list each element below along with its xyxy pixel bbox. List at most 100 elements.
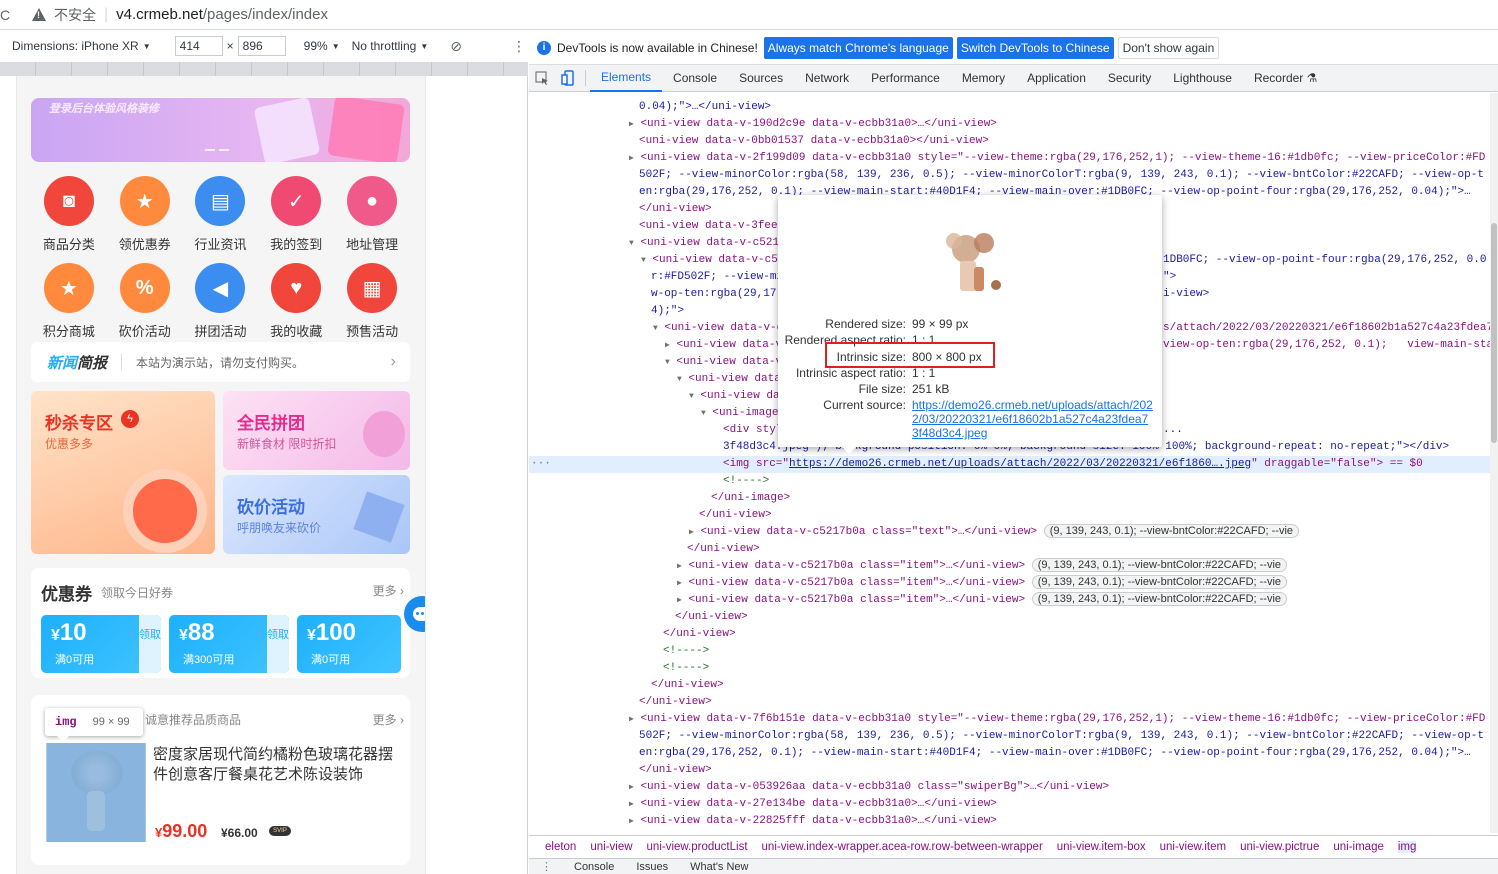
throttling-select[interactable]: No throttling ▼	[352, 39, 429, 53]
dom-line[interactable]: <!---->	[663, 660, 1498, 677]
zoom-select[interactable]: 99% ▼	[304, 39, 340, 53]
breadcrumb-item[interactable]: uni-view	[590, 841, 632, 853]
scrollbar[interactable]	[1490, 93, 1498, 833]
insecure-label[interactable]: 不安全	[54, 5, 96, 25]
match-language-button[interactable]: Always match Chrome's language	[763, 36, 953, 59]
banner-carousel[interactable]: 登录后台体验风格装修	[31, 98, 410, 162]
dropdown-arrow-icon: ▼	[142, 41, 151, 51]
bargain-card[interactable]: 砍价活动 呼朋唤友来砍价	[223, 475, 410, 554]
tab-lighthouse[interactable]: Lighthouse	[1162, 65, 1243, 92]
drawer-tab-issues[interactable]: Issues	[636, 861, 668, 873]
dom-line[interactable]: ▶ <uni-view data-v-2f199d09 data-v-ecbb3…	[629, 150, 1498, 167]
menu-item[interactable]: ◀ 拼团活动	[183, 263, 259, 340]
dom-line[interactable]: </uni-view>	[639, 694, 1498, 711]
rotate-icon[interactable]: ⊘	[450, 38, 462, 55]
dom-line[interactable]: <!---->	[723, 473, 1498, 490]
dom-line[interactable]: 502F; --view-minorColor:rgba(58, 139, 23…	[639, 167, 1498, 184]
dom-line[interactable]: ▶ <uni-view data-v-7f6b151e data-v-ecbb3…	[629, 711, 1498, 728]
breadcrumb-item-active[interactable]: img	[1397, 840, 1417, 853]
menu-item[interactable]: ▦ 预售活动	[334, 263, 410, 340]
width-input[interactable]	[174, 36, 223, 56]
dom-line[interactable]: ▶ <uni-view data-v-190d2c9e data-v-ecbb3…	[629, 116, 1498, 133]
coupon-more-link[interactable]: 更多 ›	[373, 582, 404, 599]
breadcrumb-item[interactable]: eleton	[545, 841, 576, 853]
menu-row: ◙ 商品分类 ★ 领优惠券 ▤ 行业资讯 ✓ 我的签到 ● 地址管理	[31, 176, 410, 253]
drawer-menu-icon[interactable]: ⋮	[541, 860, 552, 873]
dom-line[interactable]: ▶ <uni-view data-v-c5217b0a class="text"…	[689, 524, 1498, 541]
coupon-card[interactable]: ¥100 满0可用	[297, 615, 401, 673]
claim-button[interactable]: 领取	[267, 615, 289, 673]
tab-sources[interactable]: Sources	[728, 65, 794, 92]
menu-label: 拼团活动	[194, 324, 247, 339]
news-bar[interactable]: 新闻 简报 本站为演示站，请勿支付购买。 ›	[31, 342, 410, 382]
dom-line[interactable]: en:rgba(29,176,252, 0.1); --view-main-st…	[639, 745, 1498, 762]
dom-line[interactable]: 0.04);">…</uni-view>	[639, 99, 1498, 116]
dom-line-selected[interactable]: ··· <img src="https://demo26.crmeb.net/up…	[529, 456, 1490, 473]
tab-performance[interactable]: Performance	[860, 65, 951, 92]
breadcrumb-item[interactable]: uni-view.productList	[647, 841, 748, 853]
dom-line[interactable]: <uni-view data-v-0bb01537 data-v-ecbb31a…	[639, 133, 1498, 150]
breadcrumb-item[interactable]: uni-view.item	[1160, 841, 1226, 853]
breadcrumb-item[interactable]: uni-view.item-box	[1057, 841, 1146, 853]
height-input[interactable]	[237, 36, 286, 56]
breadcrumb-item[interactable]: uni-view.pictrue	[1240, 841, 1319, 853]
inspect-element-icon[interactable]	[529, 65, 555, 92]
menu-label: 地址管理	[346, 237, 399, 252]
menu-item[interactable]: ▤ 行业资讯	[183, 176, 259, 253]
dom-line[interactable]: </uni-view>	[663, 626, 1498, 643]
device-toggle-icon[interactable]	[555, 65, 581, 92]
more-options-icon[interactable]: ⋮	[512, 38, 526, 55]
tab-security[interactable]: Security	[1097, 65, 1162, 92]
dom-line[interactable]: 502F; --view-minorColor:rgba(58, 139, 23…	[639, 728, 1498, 745]
drawer-tab-console[interactable]: Console	[574, 861, 614, 873]
image-preview-popover: Rendered size: 99 × 99 px Rendered aspect…	[778, 195, 1162, 454]
recommend-more-link[interactable]: 更多 ›	[373, 711, 404, 728]
group-buy-card[interactable]: 全民拼团 新鲜食材 限时折扣	[223, 391, 410, 470]
phone-mockup-image	[327, 98, 405, 162]
seckill-card[interactable]: 秒杀专区 ϟ 优惠多多	[31, 391, 215, 554]
menu-item[interactable]: ♥ 我的收藏	[258, 263, 334, 340]
dont-show-again-button[interactable]: Don't show again	[1117, 36, 1220, 59]
menu-item[interactable]: % 砍价活动	[107, 263, 183, 340]
dom-line[interactable]: </uni-view>	[639, 762, 1498, 779]
breadcrumb-item[interactable]: uni-view.index-wrapper.acea-row.row-betw…	[762, 841, 1043, 853]
tab-memory[interactable]: Memory	[951, 65, 1016, 92]
dom-line[interactable]: </uni-image>	[711, 490, 1498, 507]
menu-item[interactable]: ✓ 我的签到	[258, 176, 334, 253]
alarm-clock-image	[123, 469, 207, 553]
menu-item[interactable]: ★ 积分商城	[31, 263, 107, 340]
url-field[interactable]: v4.crmeb.net/pages/index/index	[116, 6, 328, 23]
tab-application[interactable]: Application	[1016, 65, 1097, 92]
menu-item[interactable]: ● 地址管理	[334, 176, 410, 253]
coupon-card[interactable]: ¥10 满0可用 领取	[41, 615, 161, 673]
menu-label: 砍价活动	[118, 324, 171, 339]
tab-console[interactable]: Console	[662, 65, 728, 92]
tab-elements[interactable]: Elements	[590, 65, 663, 92]
dom-line[interactable]: <!---->	[663, 643, 1498, 660]
dom-line[interactable]: ▶ <uni-view data-v-c5217b0a class="item"…	[677, 558, 1498, 575]
dom-line[interactable]: ▶ <uni-view data-v-27e134be data-v-ecbb3…	[629, 796, 1498, 813]
reload-icon[interactable]: C	[0, 7, 14, 23]
breadcrumb-item[interactable]: uni-image	[1333, 841, 1384, 853]
menu-item[interactable]: ◙ 商品分类	[31, 176, 107, 253]
switch-chinese-button[interactable]: Switch DevTools to Chinese	[956, 36, 1114, 59]
menu-item[interactable]: ★ 领优惠券	[107, 176, 183, 253]
dom-line[interactable]: </uni-view>	[675, 609, 1498, 626]
drawer-tab-whats-new[interactable]: What's New	[690, 861, 748, 873]
claim-button[interactable]: 领取	[139, 615, 161, 673]
tab-recorder[interactable]: Recorder ⚗	[1243, 65, 1328, 92]
tab-network[interactable]: Network	[794, 65, 860, 92]
dom-line[interactable]: </uni-view>	[699, 507, 1498, 524]
device-select[interactable]: Dimensions: iPhone XR ▼	[12, 39, 151, 53]
dom-line[interactable]: </uni-view>	[687, 541, 1498, 558]
dom-line[interactable]: ▶ <uni-view data-v-053926aa data-v-ecbb3…	[629, 779, 1498, 796]
current-source-link[interactable]: https://demo26.crmeb.net/uploads/attach/…	[912, 398, 1154, 440]
dom-line[interactable]: ▶ <uni-view data-v-22825fff data-v-ecbb3…	[629, 813, 1498, 830]
bargain-subtitle: 呼朋唤友来砍价	[237, 521, 322, 535]
dom-line[interactable]: ▶ <uni-view data-v-c5217b0a class="item"…	[677, 592, 1498, 609]
dom-line[interactable]: ▶ <uni-view data-v-c5217b0a class="item"…	[677, 575, 1498, 592]
dom-line[interactable]: </uni-view>	[651, 677, 1498, 694]
media-query-bar[interactable]	[0, 62, 528, 76]
product-name[interactable]: 密度家居现代简约橘粉色玻璃花器摆件创意客厅餐桌花艺术陈设装饰	[153, 745, 393, 785]
coupon-card[interactable]: ¥88 满300可用 领取	[169, 615, 289, 673]
